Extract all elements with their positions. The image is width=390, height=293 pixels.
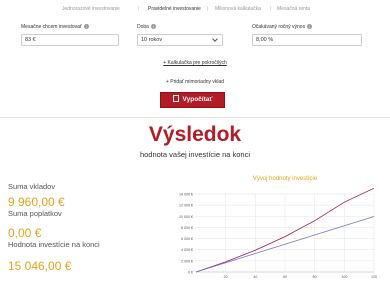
duration-select[interactable]: 10 rokov — [137, 34, 223, 46]
monthly-amount-value: 83 € — [25, 37, 36, 43]
x-tick-label: 40 — [253, 275, 257, 279]
y-tick-label: 6 000 € — [181, 237, 193, 241]
final-value: 15 046,00 € — [8, 259, 72, 273]
chevron-down-icon — [212, 36, 218, 42]
result-title: Výsledok — [148, 123, 242, 146]
y-tick-label: 0 € — [188, 271, 193, 275]
monthly-amount-label: Mesačne chcem investovať i — [21, 24, 89, 30]
yield-value: 8,00 % — [256, 37, 274, 43]
y-tick-label: 4 000 € — [181, 248, 193, 252]
tab-single-investment[interactable]: Jednorazové investovanie — [62, 6, 120, 12]
tab-regular-investment[interactable]: Pravidelné investovanie — [148, 6, 201, 12]
advanced-calculator-link[interactable]: + Kalkulačka pre pokročilých — [0, 60, 390, 66]
tab-separator: | — [207, 6, 209, 12]
fees-value: 0,00 € — [8, 226, 42, 240]
yield-input[interactable]: 8,00 % — [252, 34, 362, 46]
deposits-label: Suma vkladov — [8, 182, 56, 191]
tab-separator: | — [138, 6, 140, 12]
calculator-icon — [172, 94, 179, 102]
info-icon[interactable]: i — [150, 24, 156, 30]
calculate-button-label: Vypočítať — [182, 96, 213, 103]
monthly-amount-label-text: Mesačne chcem investovať — [21, 24, 82, 30]
info-icon[interactable]: i — [83, 24, 89, 30]
calculate-button[interactable]: Vypočítať — [160, 92, 225, 108]
x-tick-label: 20 — [224, 275, 228, 279]
fees-label: Suma poplatkov — [8, 209, 62, 218]
duration-label-text: Doba — [137, 24, 149, 30]
x-tick-label: 120 — [371, 275, 377, 279]
divider — [0, 117, 390, 118]
y-tick-label: 8 000 € — [181, 226, 193, 230]
yield-label-text: Očakávaný ročný výnos — [252, 24, 306, 30]
investment-chart: 0 € 2 000 € 4 000 € 6 000 € 8 000 € 10 000 € 1… — [179, 187, 377, 279]
y-tick-label: 14 000 € — [179, 193, 193, 197]
duration-value: 10 rokov — [141, 37, 163, 43]
x-tick-label: 100 — [341, 275, 347, 279]
x-tick-label: 60 — [283, 275, 287, 279]
info-icon[interactable]: i — [307, 24, 313, 30]
add-extra-deposit-link[interactable]: + Pridať mimoriadny vklad — [0, 79, 390, 85]
chart-title: Vývoj hodnoty investície — [252, 176, 318, 182]
monthly-amount-input[interactable]: 83 € — [21, 34, 119, 46]
yield-label: Očakávaný ročný výnos i — [252, 24, 313, 30]
y-tick-label: 2 000 € — [181, 259, 193, 263]
tab-monthly-rent[interactable]: Mesačná renta — [277, 6, 310, 12]
tab-million-calculator[interactable]: Milionová kalkulačka — [215, 6, 261, 12]
tab-separator: | — [270, 6, 272, 12]
tab-bar: Jednorazové investovanie | Pravidelné in… — [0, 6, 390, 18]
x-tick-label: 80 — [313, 275, 317, 279]
y-tick-label: 10 000 € — [179, 215, 193, 219]
duration-label: Doba i — [137, 24, 156, 30]
result-subtitle: hodnota vašej investície na konci — [139, 150, 251, 159]
final-value-label: Hodnota investície na konci — [8, 240, 100, 249]
y-tick-label: 12 000 € — [179, 204, 193, 208]
deposits-value: 9 960,00 € — [8, 195, 65, 209]
